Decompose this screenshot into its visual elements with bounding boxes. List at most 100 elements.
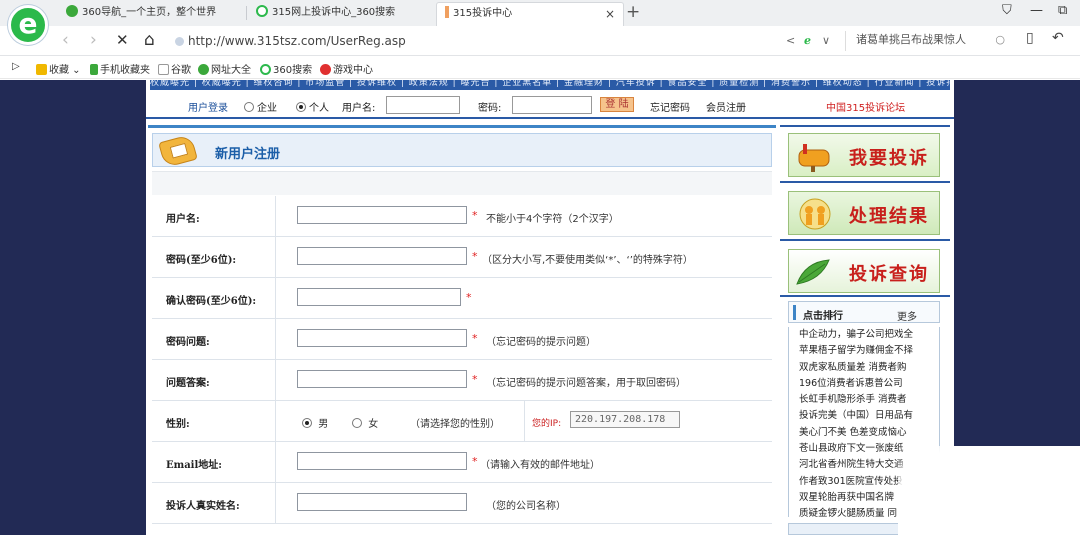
- fav-item-collect[interactable]: 收藏 ⌄: [36, 61, 81, 76]
- overlay-fade: [898, 446, 1080, 535]
- option-label: 女: [368, 419, 379, 430]
- fav-item-urls[interactable]: 网址大全: [198, 61, 251, 76]
- radio-icon[interactable]: [244, 102, 254, 112]
- list-item[interactable]: 196位消费者诉惠普公司: [789, 376, 939, 392]
- fav-label: 手机收藏夹: [100, 65, 150, 76]
- back-button[interactable]: ‹: [62, 30, 69, 50]
- ip-label: 您的IP:: [532, 419, 562, 429]
- browser-mode-icon[interactable]: ℯ: [804, 34, 811, 47]
- browser-logo-icon[interactable]: e: [8, 5, 48, 45]
- form-row-confirm-password: 确认密码(至少6位): *: [152, 278, 772, 319]
- required-mark: *: [472, 373, 478, 386]
- question-input[interactable]: [297, 329, 467, 347]
- rank-more-link[interactable]: 更多: [897, 308, 917, 323]
- required-mark: *: [472, 250, 478, 263]
- banner-label: 投诉查询: [849, 264, 929, 285]
- confirm-password-input[interactable]: [297, 288, 461, 306]
- new-tab-button[interactable]: +: [626, 2, 640, 22]
- home-button[interactable]: ⌂: [144, 30, 155, 50]
- device-icon[interactable]: ▯: [1026, 30, 1034, 46]
- answer-input[interactable]: [297, 370, 467, 388]
- radio-icon[interactable]: [352, 418, 362, 428]
- radio-checked-icon[interactable]: [302, 418, 312, 428]
- skin-icon[interactable]: ⛉: [1002, 3, 1012, 18]
- search-icon[interactable]: ○: [995, 31, 1005, 49]
- ip-field: 220.197.208.178: [570, 411, 680, 428]
- stop-button[interactable]: ✕: [116, 30, 129, 50]
- list-item[interactable]: 长虹手机隐形杀手 消费者: [789, 392, 939, 408]
- option-personal[interactable]: 个人: [296, 99, 329, 114]
- option-company[interactable]: 企业: [244, 99, 277, 114]
- option-label: 企业: [257, 103, 277, 114]
- login-label: 用户登录: [188, 103, 228, 114]
- tab-360-search[interactable]: 315网上投诉中心_360搜索: [248, 2, 434, 26]
- banner-label: 我要投诉: [849, 148, 929, 169]
- mode-dropdown-icon[interactable]: ∨: [822, 34, 830, 47]
- divider: [780, 295, 950, 297]
- form-row-answer: 问题答案: * （忘记密码的提示问题答案，用于取回密码）: [152, 360, 772, 401]
- site-info-icon[interactable]: [175, 37, 184, 46]
- list-item[interactable]: 双虎家私质量差 消费者购: [789, 360, 939, 376]
- field-label: 投诉人真实姓名:: [166, 501, 240, 512]
- tab-315-complaint[interactable]: 315投诉中心 ×: [436, 2, 624, 26]
- list-item[interactable]: 苹果梧子留学为赚佣金不择: [789, 343, 939, 359]
- divider: [524, 401, 525, 441]
- query-banner[interactable]: 投诉查询: [788, 249, 940, 293]
- address-bar: ‹ › ✕ ⌂ http://www.315tsz.com/UserReg.as…: [0, 26, 1080, 56]
- minimize-button[interactable]: —: [1030, 3, 1043, 18]
- marker-bar: [793, 305, 796, 320]
- gender-female[interactable]: 女: [352, 415, 378, 430]
- tab-title: 360导航_一个主页，整个世界: [82, 7, 217, 18]
- field-label: 密码(至少6位):: [166, 255, 237, 266]
- maximize-button[interactable]: ⧉: [1058, 3, 1067, 18]
- title-box: 新用户注册: [152, 133, 772, 168]
- undo-icon[interactable]: ↶: [1052, 30, 1064, 46]
- fav-label: 收藏: [49, 65, 69, 76]
- login-bar: 用户登录 企业 个人 用户名: 密码: 登 陆 忘记密码 会员注册 中国315投…: [146, 92, 954, 119]
- list-item[interactable]: 投诉完美（中国）日用品有: [789, 408, 939, 424]
- field-hint: （请选择您的性别）: [410, 419, 500, 430]
- radio-checked-icon[interactable]: [296, 102, 306, 112]
- gender-male[interactable]: 男: [302, 415, 328, 430]
- password-input[interactable]: [297, 247, 467, 265]
- tab-close-icon[interactable]: ×: [605, 3, 615, 25]
- tab-favicon-icon: [445, 6, 449, 18]
- forward-button[interactable]: ›: [90, 30, 97, 50]
- login-button[interactable]: 登 陆: [600, 97, 634, 112]
- username-input[interactable]: [297, 206, 467, 224]
- fav-item-games[interactable]: 游戏中心: [320, 61, 373, 76]
- share-icon[interactable]: <: [786, 34, 795, 47]
- fav-item-google[interactable]: 谷歌: [158, 61, 191, 76]
- realname-input[interactable]: [297, 493, 467, 511]
- favorites-bar: ▷ 收藏 ⌄ 手机收藏夹 谷歌 网址大全 360搜索 游戏中心: [0, 57, 1080, 79]
- login-username-input[interactable]: [386, 96, 460, 114]
- favorites-toggle-icon[interactable]: ▷: [12, 61, 20, 72]
- url-field[interactable]: http://www.315tsz.com/UserReg.asp: [188, 34, 406, 48]
- form-spacer: [152, 171, 772, 195]
- login-password-input[interactable]: [512, 96, 592, 114]
- tab-title: 315投诉中心: [453, 8, 513, 19]
- complain-banner[interactable]: 我要投诉: [788, 133, 940, 177]
- site-top-nav[interactable]: 权威曝光 | 权威曝光 | 维权咨询 | 市场监管 | 投诉维权 | 政策法规 …: [150, 80, 950, 90]
- results-banner[interactable]: 处理结果: [788, 191, 940, 235]
- list-item[interactable]: 中企动力，骗子公司把戏全: [789, 327, 939, 343]
- leaf-icon: [796, 259, 830, 285]
- forgot-password-link[interactable]: 忘记密码: [650, 99, 690, 114]
- email-input[interactable]: [297, 452, 467, 470]
- field-hint: （您的公司名称）: [486, 501, 566, 512]
- forum-link[interactable]: 中国315投诉论坛: [826, 99, 905, 114]
- field-hint: 不能小于4个字符（2个汉字）: [486, 214, 619, 225]
- page-icon: [158, 64, 169, 75]
- fav-item-mobile[interactable]: 手机收藏夹: [90, 61, 150, 76]
- folder-icon: [158, 134, 198, 168]
- field-label: 用户名:: [166, 214, 200, 225]
- register-link[interactable]: 会员注册: [706, 99, 746, 114]
- form-row-username: 用户名: * 不能小于4个字符（2个汉字）: [152, 196, 772, 237]
- list-item[interactable]: 美心门不美 色差变成恼心: [789, 425, 939, 441]
- search-360-icon: [260, 64, 271, 75]
- fav-item-360search[interactable]: 360搜索: [260, 61, 312, 76]
- tab-360-nav[interactable]: 360导航_一个主页，整个世界: [58, 2, 246, 26]
- divider: [780, 181, 950, 183]
- search-input[interactable]: 诸葛单挑吕布战果惊人 ○: [845, 31, 1015, 51]
- tab-favicon-icon: [66, 5, 78, 17]
